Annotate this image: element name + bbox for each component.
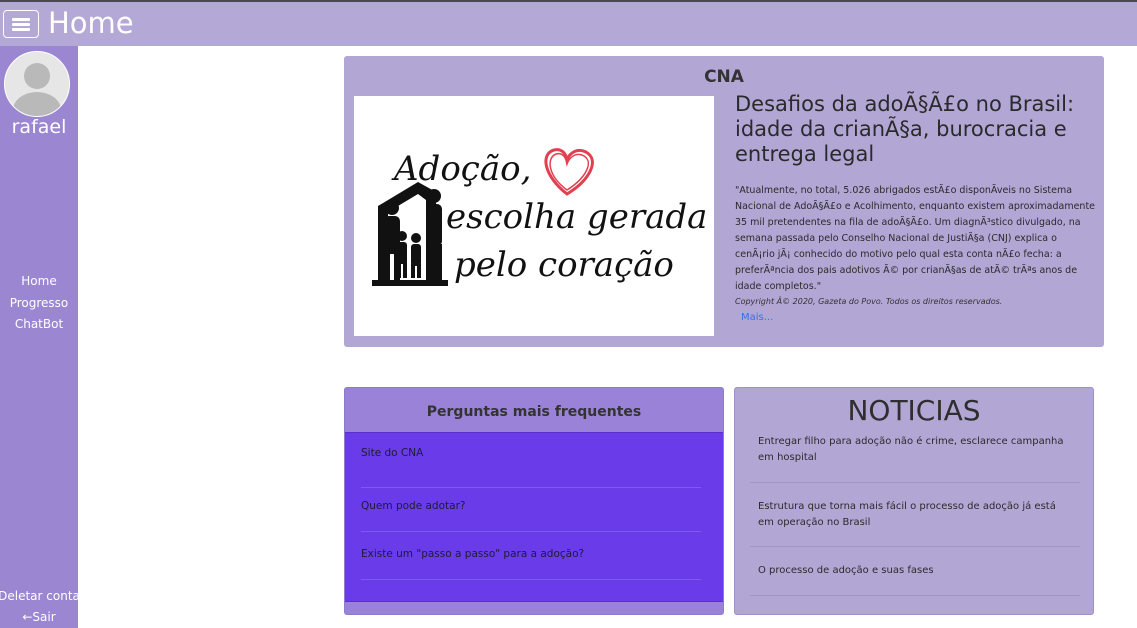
banner-line-1: Adoção, <box>391 149 531 189</box>
app-header: Home <box>0 2 1137 46</box>
page-title: Home <box>48 6 134 40</box>
adoption-banner-image: Adoção, escolha gerada pelo coração <box>354 96 714 336</box>
faq-divider <box>361 487 701 488</box>
faq-item-passo-a-passo[interactable]: Existe um "passo a passo" para a adoção? <box>361 548 701 560</box>
article-headline: Desafios da adoÃ§Ã£o no Brasil: idade da… <box>735 92 1075 166</box>
article-body: "Atualmente, no total, 5.026 abrigados e… <box>735 185 1096 292</box>
news-card: NOTICIAS Entregar filho para adoção não … <box>734 387 1094 615</box>
cna-card: CNA Adoção, escolha gerada pelo coração … <box>344 56 1104 347</box>
sidebar: rafael Home Progresso ChatBot Deletar co… <box>0 46 80 628</box>
faq-list: Site do CNA Quem pode adotar? Existe um … <box>345 432 723 602</box>
user-avatar-icon[interactable] <box>4 51 70 117</box>
delete-account-link[interactable]: Deletar conta <box>0 589 84 603</box>
news-divider <box>750 482 1080 483</box>
banner-line-2: escolha gerada <box>446 197 707 237</box>
faq-card: Perguntas mais frequentes Site do CNA Qu… <box>344 387 724 615</box>
sidebar-item-home[interactable]: Home <box>0 274 78 288</box>
faq-divider <box>361 531 701 532</box>
sidebar-item-chatbot[interactable]: ChatBot <box>0 317 78 331</box>
banner-line-3: pelo coração <box>454 245 674 285</box>
article-copyright: Copyright Â© 2020, Gazeta do Povo. Todos… <box>735 297 1003 306</box>
cna-title: CNA <box>704 67 744 87</box>
username: rafael <box>11 116 67 138</box>
news-divider <box>750 595 1080 596</box>
news-item[interactable]: Estrutura que torna mais fácil o process… <box>758 499 1073 531</box>
news-title: NOTICIAS <box>847 394 981 427</box>
faq-divider <box>361 579 701 580</box>
hamburger-menu-icon[interactable] <box>3 10 39 38</box>
news-item[interactable]: Entregar filho para adoção não é crime, … <box>758 434 1073 466</box>
faq-item-site-cna[interactable]: Site do CNA <box>361 447 701 459</box>
sidebar-item-progresso[interactable]: Progresso <box>0 296 78 310</box>
faq-item-quem-pode-adotar[interactable]: Quem pode adotar? <box>361 500 701 512</box>
read-more-link[interactable]: Mais... <box>741 312 773 323</box>
logout-link[interactable]: ←Sair <box>0 610 84 624</box>
faq-title: Perguntas mais frequentes <box>426 404 642 420</box>
news-item[interactable]: O processo de adoção e suas fases <box>758 563 1073 579</box>
news-divider <box>750 546 1080 547</box>
